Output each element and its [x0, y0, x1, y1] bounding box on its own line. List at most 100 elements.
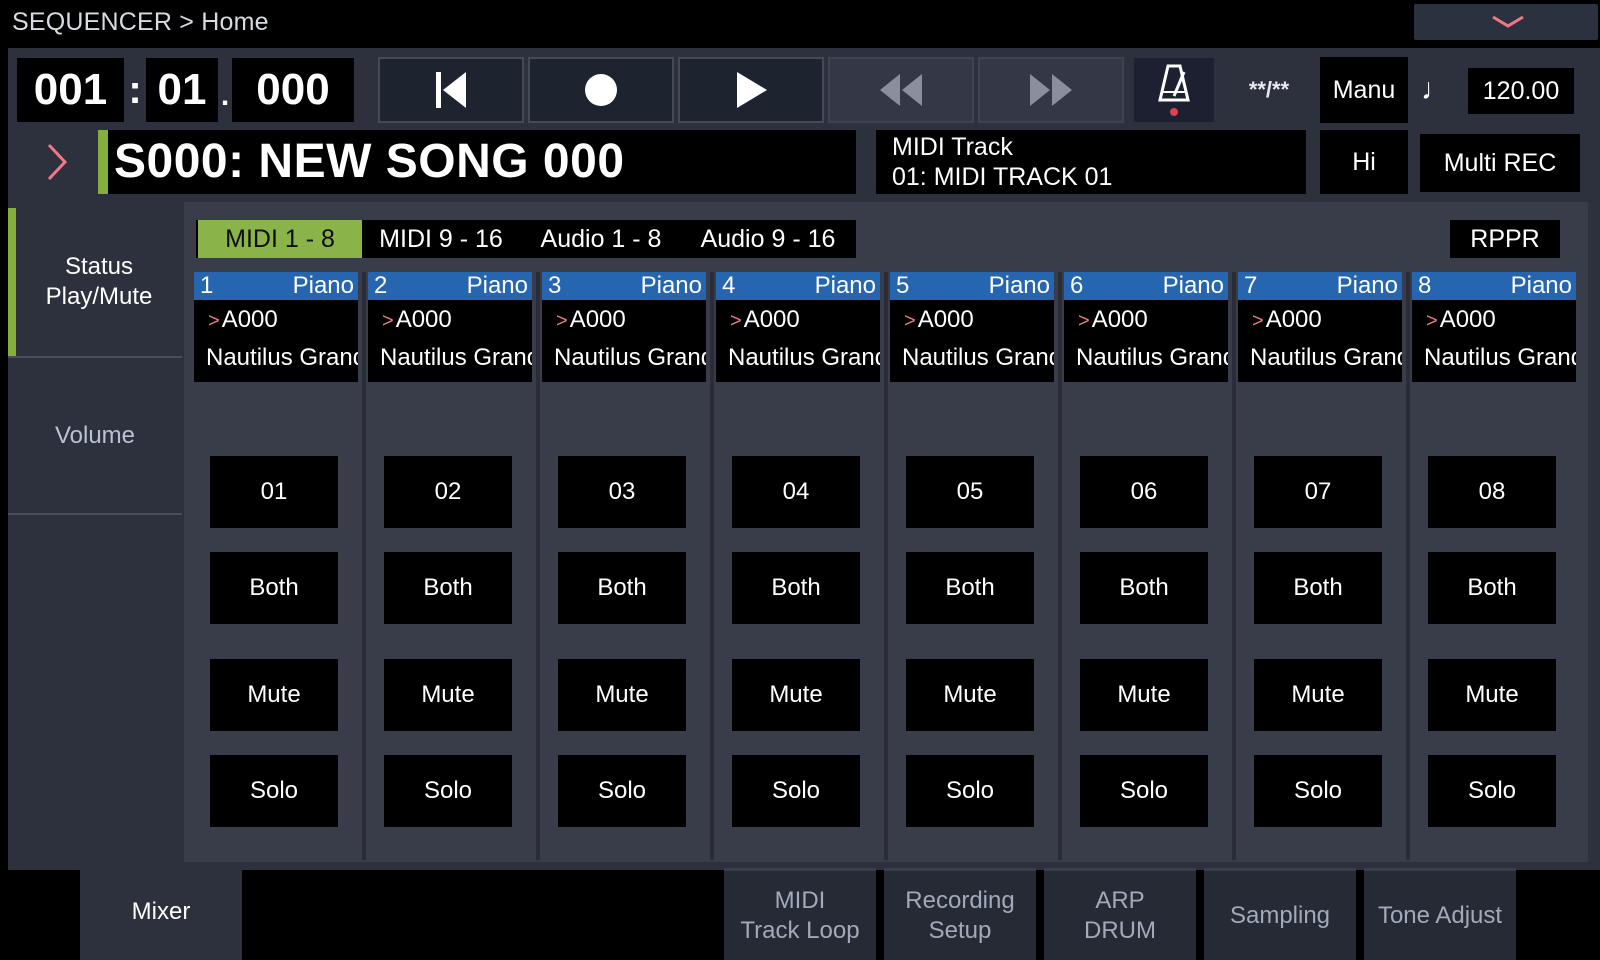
tab-status-line1: Status [64, 253, 134, 280]
program-id: >A000 [382, 306, 452, 334]
record-button[interactable] [528, 57, 674, 123]
locator-beat[interactable]: 01 [146, 58, 218, 122]
track-header[interactable]: 7 Piano [1238, 272, 1402, 300]
fast-forward-button[interactable] [978, 57, 1124, 123]
tab-arp-drum[interactable]: ARP DRUM [1044, 868, 1196, 960]
status-button[interactable]: Both [558, 552, 686, 624]
mute-button[interactable]: Mute [384, 659, 512, 731]
tab-sampling[interactable]: Sampling [1204, 868, 1356, 960]
mute-button[interactable]: Mute [906, 659, 1034, 731]
bank-tab-midi-1-8[interactable]: MIDI 1 - 8 [198, 220, 362, 258]
program-select[interactable]: >A000 Nautilus Grand [542, 300, 706, 382]
track-number: 6 [1070, 272, 1084, 299]
channel-strip-8: 8 Piano >A000 Nautilus Grand 08 Both Mute Solo [1412, 272, 1578, 860]
program-id: >A000 [208, 306, 278, 334]
channel-separator [884, 272, 888, 860]
tab-midi-track-loop[interactable]: MIDI Track Loop [724, 868, 876, 960]
bank-tab-midi-9-16[interactable]: MIDI 9 - 16 [366, 220, 516, 258]
track-select-field[interactable]: MIDI Track 01: MIDI TRACK 01 [876, 130, 1306, 194]
tab-label: ARP [1095, 886, 1145, 914]
mute-button[interactable]: Mute [1428, 659, 1556, 731]
program-select[interactable]: >A000 Nautilus Grand [194, 300, 358, 382]
status-button[interactable]: Both [384, 552, 512, 624]
solo-button[interactable]: Solo [732, 755, 860, 827]
mute-button[interactable]: Mute [1080, 659, 1208, 731]
midi-channel-button[interactable]: 04 [732, 456, 860, 528]
play-button[interactable] [678, 57, 824, 123]
channel-strip-5: 5 Piano >A000 Nautilus Grand 05 Both Mute Solo [890, 272, 1056, 860]
channel-strip-3: 3 Piano >A000 Nautilus Grand 03 Both Mute Solo [542, 272, 708, 860]
tempo-mode-button[interactable]: Manu [1320, 57, 1408, 123]
rewind-button[interactable] [828, 57, 974, 123]
track-header[interactable]: 1 Piano [194, 272, 358, 300]
locator-dot: . [220, 79, 230, 112]
track-header[interactable]: 6 Piano [1064, 272, 1228, 300]
midi-channel-button[interactable]: 03 [558, 456, 686, 528]
program-name: Nautilus Grand [1076, 344, 1228, 371]
rppr-button[interactable]: RPPR [1450, 220, 1560, 258]
track-number: 5 [896, 272, 910, 299]
locate-button[interactable] [378, 57, 524, 123]
midi-channel-button[interactable]: 05 [906, 456, 1034, 528]
track-header[interactable]: 4 Piano [716, 272, 880, 300]
midi-channel-button[interactable]: 07 [1254, 456, 1382, 528]
locator-measure[interactable]: 001 [17, 58, 124, 122]
track-header[interactable]: 2 Piano [368, 272, 532, 300]
status-button[interactable]: Both [906, 552, 1034, 624]
song-name: S000: NEW SONG 000 [114, 135, 625, 188]
status-button[interactable]: Both [1080, 552, 1208, 624]
metronome-button[interactable] [1134, 58, 1214, 122]
program-id: >A000 [1078, 306, 1148, 334]
solo-button[interactable]: Solo [558, 755, 686, 827]
tab-recording-setup[interactable]: Recording Setup [884, 868, 1036, 960]
track-header[interactable]: 8 Piano [1412, 272, 1576, 300]
program-select[interactable]: >A000 Nautilus Grand [716, 300, 880, 382]
hi-button[interactable]: Hi [1320, 130, 1408, 194]
track-header[interactable]: 5 Piano [890, 272, 1054, 300]
tab-tone-adjust[interactable]: Tone Adjust [1364, 868, 1516, 960]
program-select[interactable]: >A000 Nautilus Grand [890, 300, 1054, 382]
solo-button[interactable]: Solo [1254, 755, 1382, 827]
midi-channel-button[interactable]: 02 [384, 456, 512, 528]
track-number: 2 [374, 272, 388, 299]
midi-channel-button[interactable]: 08 [1428, 456, 1556, 528]
status-button[interactable]: Both [210, 552, 338, 624]
solo-button[interactable]: Solo [210, 755, 338, 827]
solo-button[interactable]: Solo [384, 755, 512, 827]
mute-button[interactable]: Mute [732, 659, 860, 731]
mute-button[interactable]: Mute [210, 659, 338, 731]
bank-tab-audio-9-16[interactable]: Audio 9 - 16 [684, 220, 852, 258]
midi-channel-button[interactable]: 06 [1080, 456, 1208, 528]
mute-button[interactable]: Mute [1254, 659, 1382, 731]
program-select[interactable]: >A000 Nautilus Grand [1064, 300, 1228, 382]
track-header[interactable]: 3 Piano [542, 272, 706, 300]
mute-button[interactable]: Mute [558, 659, 686, 731]
track-number: 3 [548, 272, 562, 299]
bank-tab-audio-1-8[interactable]: Audio 1 - 8 [526, 220, 676, 258]
solo-button[interactable]: Solo [1428, 755, 1556, 827]
caret-icon: > [208, 310, 220, 332]
program-id: >A000 [1426, 306, 1496, 334]
status-button[interactable]: Both [1428, 552, 1556, 624]
midi-channel-button[interactable]: 01 [210, 456, 338, 528]
caret-icon: > [904, 310, 916, 332]
track-category: Piano [1162, 272, 1224, 299]
tempo-value[interactable]: 120.00 [1468, 68, 1574, 114]
multi-rec-button[interactable]: Multi REC [1420, 134, 1580, 192]
status-button[interactable]: Both [1254, 552, 1382, 624]
song-select-button[interactable] [17, 130, 97, 194]
solo-button[interactable]: Solo [906, 755, 1034, 827]
program-name: Nautilus Grand [380, 344, 532, 371]
caret-icon: > [1252, 310, 1264, 332]
tab-volume[interactable]: Volume [8, 360, 182, 512]
program-select[interactable]: >A000 Nautilus Grand [1238, 300, 1402, 382]
tab-status-play-mute[interactable]: Status Play/Mute [8, 208, 182, 356]
locator-tick[interactable]: 000 [232, 58, 354, 122]
page-menu-button[interactable] [1414, 4, 1598, 40]
solo-button[interactable]: Solo [1080, 755, 1208, 827]
tab-mixer[interactable]: Mixer [80, 864, 242, 960]
program-select[interactable]: >A000 Nautilus Grand [1412, 300, 1576, 382]
program-select[interactable]: >A000 Nautilus Grand [368, 300, 532, 382]
time-signature[interactable]: **/** [1224, 58, 1314, 122]
status-button[interactable]: Both [732, 552, 860, 624]
